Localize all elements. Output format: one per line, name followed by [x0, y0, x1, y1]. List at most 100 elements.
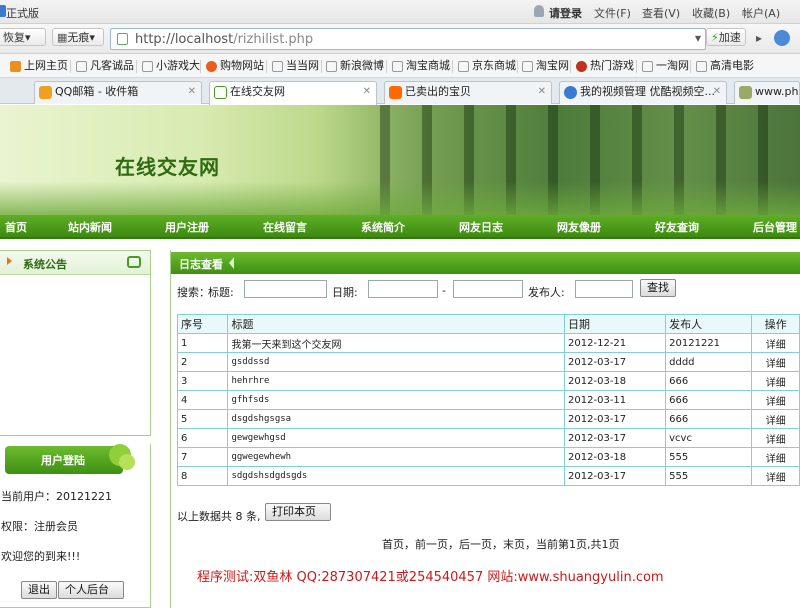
search-button[interactable]: 查找: [640, 279, 676, 297]
nav-guestbook[interactable]: 在线留言: [263, 219, 307, 235]
close-icon[interactable]: ✕: [713, 82, 721, 102]
close-icon[interactable]: ✕: [363, 82, 371, 102]
search-engine-icon[interactable]: [774, 30, 790, 46]
row-detail-link[interactable]: 详细: [751, 466, 800, 486]
logout-button[interactable]: 退出: [21, 581, 57, 599]
publisher-input[interactable]: [575, 280, 633, 298]
restore-button[interactable]: 恢复▾: [0, 28, 46, 46]
nav-album[interactable]: 网友像册: [557, 219, 601, 235]
divider: [386, 60, 387, 73]
bookmark-icon: [642, 61, 653, 72]
divider: [636, 60, 637, 73]
row-detail-link[interactable]: 详细: [751, 428, 800, 448]
fav-label: 购物网站: [220, 59, 264, 72]
row-date: 2012-12-21: [564, 333, 667, 353]
menu-file[interactable]: 文件(F): [594, 5, 631, 21]
nav-about[interactable]: 系统简介: [361, 219, 405, 235]
menu-account[interactable]: 帐户(A): [742, 5, 780, 21]
table-row: 5 dsgdshgsgsa 2012-03-17 666 详细: [176, 409, 800, 429]
address-bar[interactable]: http://localhost/rizhilist.php ▾: [110, 28, 706, 50]
chevron-right-icon[interactable]: ▸: [756, 31, 762, 45]
table-body: 1 我第一天来到这个交友网 2012-12-21 20121221 详细 2 gsddssd…: [176, 333, 800, 486]
traceless-button[interactable]: ▦无痕▾: [52, 28, 104, 46]
page-icon: [214, 86, 227, 99]
row-detail-link[interactable]: 详细: [751, 409, 800, 429]
login-link[interactable]: 请登录: [549, 5, 582, 21]
nav-home[interactable]: 首页: [5, 219, 27, 235]
divider: [690, 60, 691, 73]
bookmark-icon: [76, 61, 87, 72]
fav-item[interactable]: 京东商城: [458, 58, 516, 74]
section-header: 日志查看: [171, 252, 800, 274]
print-button[interactable]: 打印本页: [265, 503, 331, 521]
row-publisher: 555: [665, 466, 753, 486]
row-publisher: vcvc: [665, 428, 753, 448]
home-icon: [10, 61, 21, 72]
row-index: 2: [176, 352, 229, 372]
row-date: 2012-03-17: [564, 409, 667, 429]
tab-dating-site[interactable]: 在线交友网 ✕: [209, 81, 377, 105]
row-title: 我第一天来到这个交友网: [227, 333, 566, 353]
row-title: ggwegewhewh: [227, 447, 566, 467]
menu-view[interactable]: 查看(V): [642, 5, 680, 21]
fav-item[interactable]: 高清电影: [696, 58, 754, 74]
close-icon[interactable]: ✕: [188, 82, 196, 102]
table-row: 8 sdgdshsdgdsgds 2012-03-17 555 详细: [176, 466, 800, 486]
tab-youku[interactable]: 我的视频管理 优酷视频空... ✕: [559, 81, 727, 104]
chevron-down-icon: ▾: [25, 31, 31, 44]
close-icon[interactable]: ✕: [538, 82, 546, 102]
row-detail-link[interactable]: 详细: [751, 447, 800, 467]
address-dropdown-icon[interactable]: ▾: [695, 31, 701, 45]
game-icon: [576, 61, 587, 72]
nav-news[interactable]: 站内新闻: [68, 219, 112, 235]
nav-register[interactable]: 用户注册: [165, 219, 209, 235]
bookmark-icon: [142, 61, 153, 72]
nav-friend-search[interactable]: 好友查询: [655, 219, 699, 235]
nav-admin[interactable]: 后台管理: [753, 219, 797, 235]
tab-php[interactable]: www.php: [734, 81, 800, 104]
address-url: http://localhost/rizhilist.php: [135, 32, 313, 47]
fav-item[interactable]: 热门游戏: [576, 58, 634, 74]
browser-navbar: 恢复▾ ▦无痕▾ http://localhost/rizhilist.php …: [0, 24, 800, 54]
date-label: 日期:: [332, 286, 358, 299]
refresh-icon[interactable]: [127, 256, 141, 268]
date-end-input[interactable]: [453, 280, 523, 298]
row-detail-link[interactable]: 详细: [751, 371, 800, 391]
row-detail-link[interactable]: 详细: [751, 333, 800, 353]
divider: [136, 60, 137, 73]
bookmark-icon: [326, 61, 337, 72]
tab-sold-items[interactable]: 已卖出的宝贝 ✕: [384, 81, 552, 104]
tab-qqmail[interactable]: QQ邮箱 - 收件箱 ✕: [34, 81, 202, 104]
row-detail-link[interactable]: 详细: [751, 352, 800, 372]
youku-icon: [564, 86, 577, 99]
tab-label: 我的视频管理 优酷视频空...: [580, 85, 715, 98]
fav-item[interactable]: 购物网站: [206, 58, 264, 74]
bookmark-icon: [522, 61, 533, 72]
fav-item[interactable]: 上网主页: [10, 58, 68, 74]
qqmail-icon: [39, 86, 52, 99]
menu-favorites[interactable]: 收藏(B): [692, 5, 730, 21]
divider: [452, 60, 453, 73]
accelerate-button[interactable]: ⚡加速: [706, 28, 746, 46]
date-start-input[interactable]: [368, 280, 438, 298]
fav-item[interactable]: 淘宝商城: [392, 58, 450, 74]
banner-grass: [0, 181, 800, 215]
log-table: 序号 标题 日期 发布人 操作 1 我第一天来到这个交友网 2012-12-21 20…: [176, 314, 800, 486]
fav-item[interactable]: 凡客诚品: [76, 58, 134, 74]
row-detail-link[interactable]: 详细: [751, 390, 800, 410]
fav-item[interactable]: 淘宝网: [522, 58, 569, 74]
title-input[interactable]: [244, 280, 327, 298]
fav-item[interactable]: 一淘网: [642, 58, 689, 74]
nav-diary[interactable]: 网友日志: [459, 219, 503, 235]
col-action: 操作: [751, 314, 800, 334]
row-publisher: 666: [665, 371, 753, 391]
fav-item[interactable]: 小游戏大: [142, 58, 200, 74]
row-index: 8: [176, 466, 229, 486]
personal-backend-button[interactable]: 个人后台: [58, 581, 124, 599]
bookmark-icon: [458, 61, 469, 72]
row-title: gewgewhgsd: [227, 428, 566, 448]
lightning-icon: ⚡: [711, 31, 719, 44]
fav-item[interactable]: 新浪微博: [326, 58, 384, 74]
fav-item[interactable]: 当当网: [272, 58, 319, 74]
pager[interactable]: 首页，前一页，后一页，末页，当前第1页,共1页: [382, 536, 620, 552]
